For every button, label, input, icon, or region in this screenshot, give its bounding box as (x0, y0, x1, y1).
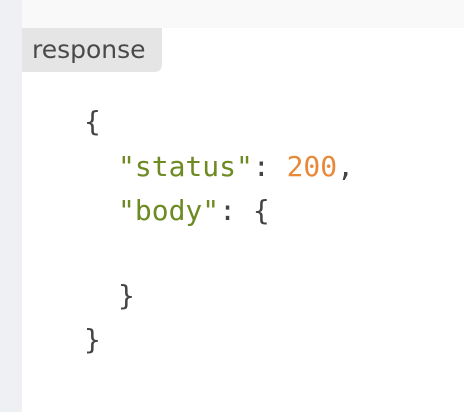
response-label: response (22, 28, 162, 72)
comma: , (337, 149, 355, 183)
top-band (22, 0, 464, 28)
status-value: 200 (286, 149, 338, 183)
json-line-status: "status": 200, (84, 145, 464, 190)
left-gutter (0, 0, 22, 412)
body-close-brace: } (118, 278, 135, 312)
json-line-body: "body": { (84, 189, 464, 234)
colon: : (252, 149, 270, 183)
json-line: { (84, 100, 464, 145)
json-line-empty (84, 234, 464, 274)
json-viewer: { "status": 200, "body": { } } (84, 100, 464, 363)
close-brace: } (84, 323, 101, 356)
page: response { "status": 200, "body": { } } (0, 0, 464, 412)
open-brace: { (84, 105, 101, 138)
body-key: "body" (118, 194, 220, 227)
json-line-body-close: } (84, 274, 464, 319)
body-open-brace: { (252, 194, 270, 227)
status-key: "status" (118, 149, 253, 183)
json-line-close: } (84, 318, 464, 363)
colon: : (219, 194, 237, 227)
